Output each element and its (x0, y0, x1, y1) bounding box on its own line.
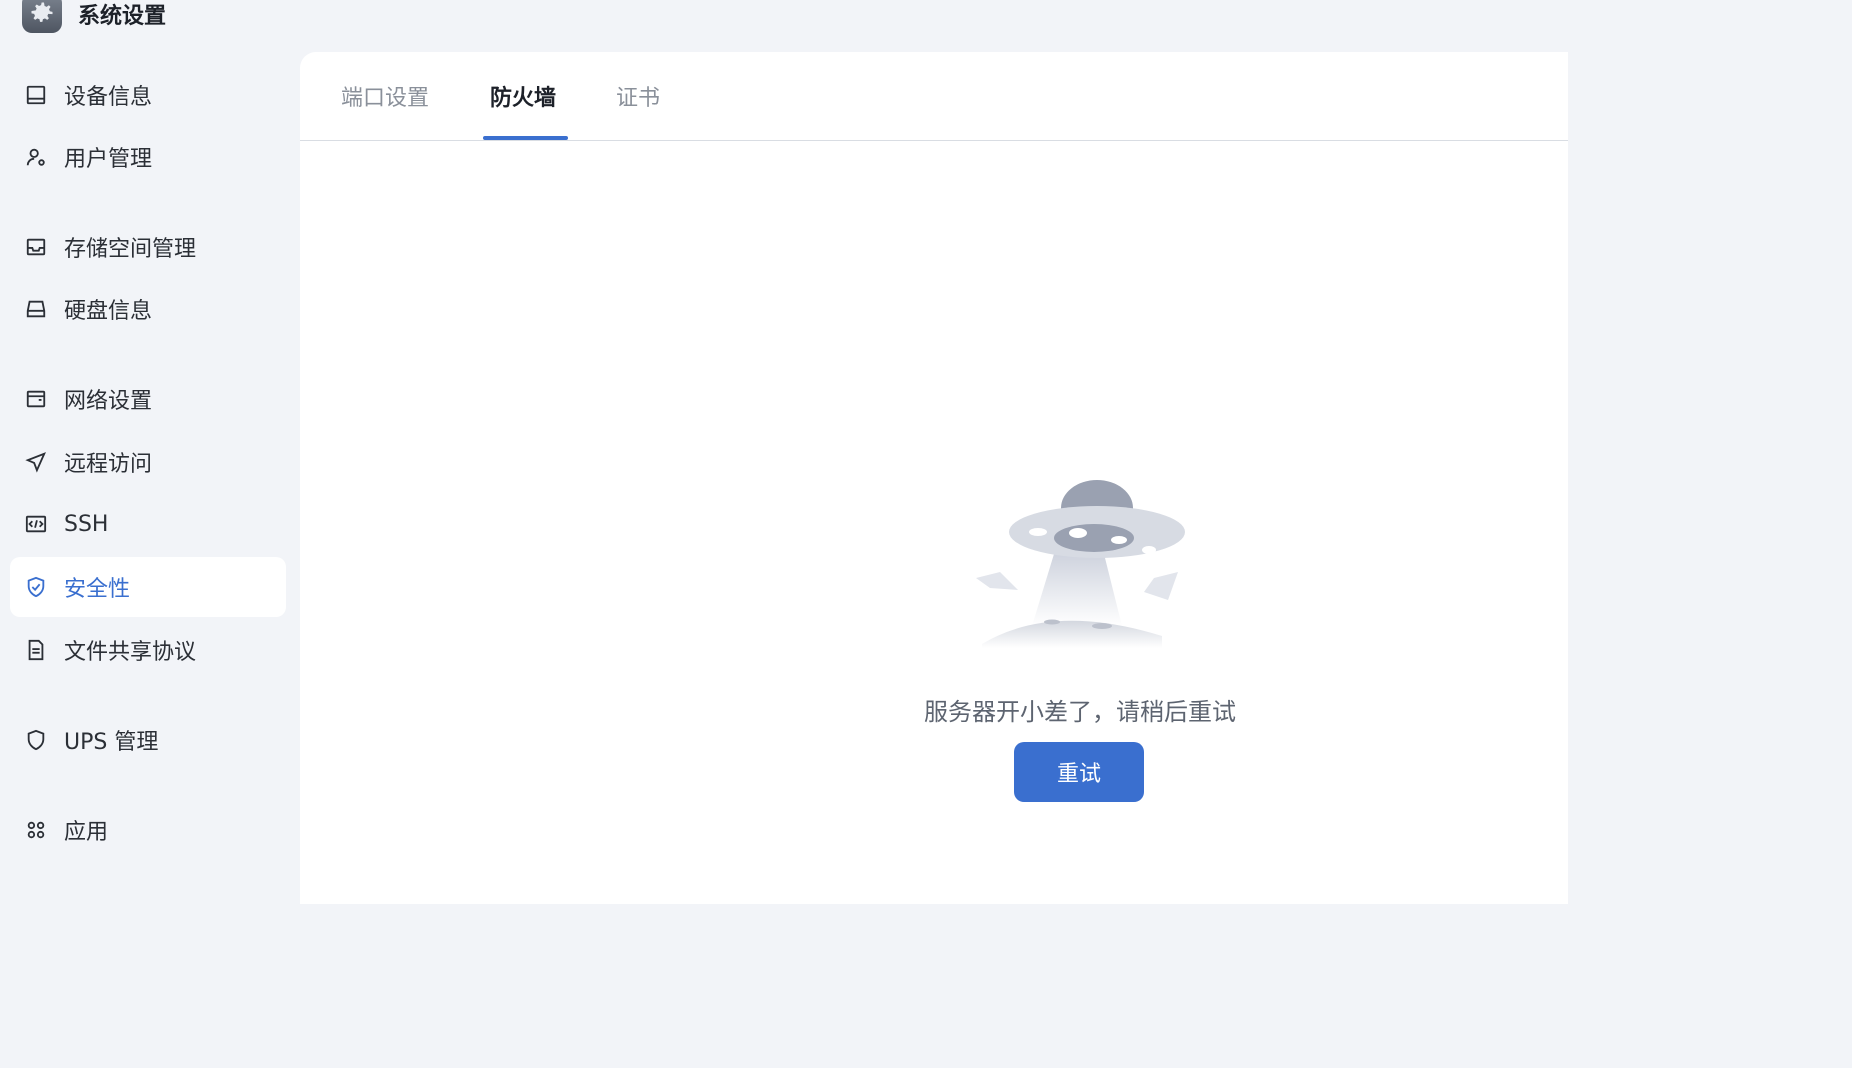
content-panel: 端口设置 防火墙 证书 服务器开小差了，请稍后重试 重试 (300, 52, 1568, 904)
sidebar-item-ssh[interactable]: SSH (10, 494, 286, 554)
document-icon (24, 638, 48, 662)
sidebar-item-remote-access[interactable]: 远程访问 (10, 432, 286, 492)
sidebar-item-label: 安全性 (64, 577, 131, 602)
sidebar-item-label: 设备信息 (64, 85, 153, 110)
sidebar-item-label: SSH (64, 511, 109, 537)
sidebar-item-network[interactable]: 网络设置 (10, 369, 286, 429)
shield-icon (24, 728, 48, 752)
sidebar-item-file-sharing[interactable]: 文件共享协议 (10, 620, 286, 680)
disk-icon (24, 297, 48, 321)
send-icon (24, 450, 48, 474)
sidebar: 设备信息 用户管理 存储空间管理 硬盘信息 网络设置 远程访问 SSH 安全性 … (0, 0, 300, 904)
sidebar-item-disk-info[interactable]: 硬盘信息 (10, 279, 286, 339)
sidebar-item-label: 远程访问 (64, 452, 153, 477)
sidebar-item-label: 硬盘信息 (64, 299, 153, 324)
sidebar-item-ups[interactable]: UPS 管理 (10, 710, 286, 770)
error-message: 服务器开小差了，请稍后重试 (924, 698, 1236, 726)
apps-icon (24, 818, 48, 842)
retry-button[interactable]: 重试 (1014, 742, 1144, 802)
active-tab-indicator (483, 136, 568, 140)
storage-icon (24, 235, 48, 259)
tab-firewall[interactable]: 防火墙 (490, 80, 556, 112)
sidebar-item-label: 用户管理 (64, 147, 153, 172)
sidebar-item-storage[interactable]: 存储空间管理 (10, 217, 286, 277)
shield-check-icon (24, 575, 48, 599)
sidebar-item-user-management[interactable]: 用户管理 (10, 127, 286, 187)
sidebar-item-label: 文件共享协议 (64, 640, 197, 665)
sidebar-item-apps[interactable]: 应用 (10, 800, 286, 860)
network-icon (24, 387, 48, 411)
device-icon (24, 83, 48, 107)
sidebar-item-label: 网络设置 (64, 389, 153, 414)
sidebar-item-label: 存储空间管理 (64, 237, 197, 262)
tab-bar: 端口设置 防火墙 证书 (300, 52, 1568, 141)
ufo-illustration (972, 476, 1192, 656)
tab-certificate[interactable]: 证书 (616, 80, 660, 112)
code-icon (24, 512, 48, 536)
sidebar-item-label: UPS 管理 (64, 730, 159, 755)
sidebar-item-security[interactable]: 安全性 (10, 557, 286, 617)
sidebar-item-label: 应用 (64, 820, 109, 845)
sidebar-item-device-info[interactable]: 设备信息 (10, 65, 286, 125)
user-settings-icon (24, 145, 48, 169)
tab-port-settings[interactable]: 端口设置 (341, 80, 429, 112)
